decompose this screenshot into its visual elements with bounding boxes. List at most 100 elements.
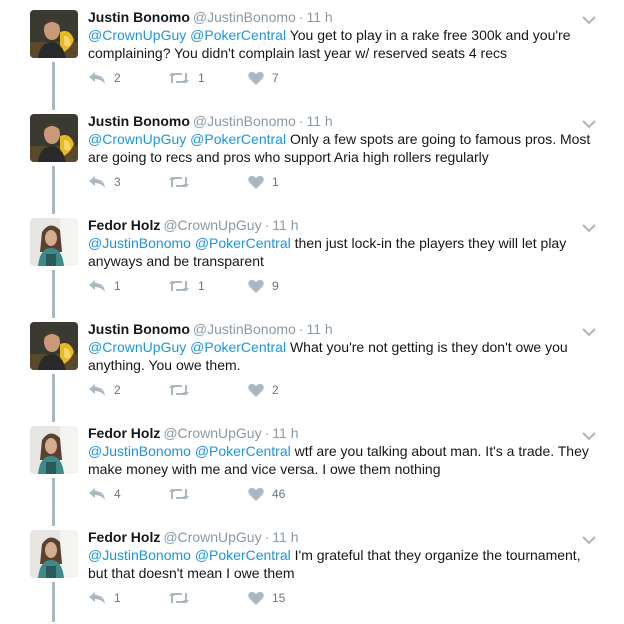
heart-icon bbox=[248, 175, 264, 189]
like-count: 2 bbox=[272, 383, 279, 397]
author-handle[interactable]: @JustinBonomo bbox=[193, 9, 296, 25]
like-button[interactable]: 1 bbox=[248, 172, 279, 192]
timestamp[interactable]: 11 h bbox=[307, 9, 333, 25]
retweet-button[interactable] bbox=[168, 380, 198, 400]
author-name[interactable]: Justin Bonomo bbox=[88, 321, 190, 337]
mention-link[interactable]: @PokerCentral bbox=[195, 443, 291, 459]
reply-icon bbox=[88, 279, 106, 293]
heart-icon bbox=[248, 487, 264, 501]
author-name[interactable]: Justin Bonomo bbox=[88, 113, 190, 129]
avatar[interactable] bbox=[30, 10, 78, 58]
mention-link[interactable]: @PokerCentral bbox=[190, 27, 286, 43]
mention-link[interactable]: @PokerCentral bbox=[190, 339, 286, 355]
mention-link[interactable]: @JustinBonomo bbox=[88, 443, 191, 459]
timestamp[interactable]: 11 h bbox=[272, 217, 298, 233]
retweet-icon bbox=[168, 383, 190, 397]
chevron-down-icon[interactable] bbox=[582, 116, 596, 129]
author-name[interactable]: Fedor Holz bbox=[88, 217, 160, 233]
reply-count: 2 bbox=[114, 71, 121, 85]
mention-link[interactable]: @PokerCentral bbox=[195, 547, 291, 563]
chevron-down-icon[interactable] bbox=[582, 220, 596, 233]
mention-link[interactable]: @JustinBonomo bbox=[88, 235, 191, 251]
tweet-header: Fedor Holz @CrownUpGuy · 11 h bbox=[88, 528, 584, 546]
mention-link[interactable]: @CrownUpGuy bbox=[88, 339, 186, 355]
like-button[interactable]: 2 bbox=[248, 380, 279, 400]
tweet-actions: 22 bbox=[88, 380, 388, 400]
reply-button[interactable]: 2 bbox=[88, 68, 121, 88]
tweet[interactable]: Fedor Holz @CrownUpGuy · 11 h @JustinBonomo … bbox=[0, 520, 624, 624]
author-name[interactable]: Fedor Holz bbox=[88, 425, 160, 441]
mention-link[interactable]: @PokerCentral bbox=[190, 131, 286, 147]
mention-link[interactable]: @CrownUpGuy bbox=[88, 27, 186, 43]
chevron-down-icon[interactable] bbox=[582, 532, 596, 545]
tweet-header: Justin Bonomo @JustinBonomo · 11 h bbox=[88, 8, 584, 26]
tweet[interactable]: Fedor Holz @CrownUpGuy · 11 h @JustinBonomo … bbox=[0, 416, 624, 520]
retweet-button[interactable]: 1 bbox=[168, 68, 205, 88]
tweet[interactable]: Justin Bonomo @JustinBonomo · 11 h @CrownUpG… bbox=[0, 104, 624, 208]
chevron-down-icon[interactable] bbox=[582, 428, 596, 441]
reply-icon bbox=[88, 71, 106, 85]
timestamp[interactable]: 11 h bbox=[272, 529, 298, 545]
like-count: 46 bbox=[272, 487, 286, 501]
heart-icon bbox=[248, 383, 264, 397]
reply-count: 4 bbox=[114, 487, 121, 501]
author-name[interactable]: Fedor Holz bbox=[88, 529, 160, 545]
reply-icon bbox=[88, 591, 106, 605]
tweet-text: @CrownUpGuy @PokerCentral Only a few spo… bbox=[88, 130, 598, 166]
like-button[interactable]: 9 bbox=[248, 276, 279, 296]
mention-link[interactable]: @CrownUpGuy bbox=[88, 131, 186, 147]
tweet-text: @JustinBonomo @PokerCentral wtf are you … bbox=[88, 442, 598, 478]
tweet-text: @JustinBonomo @PokerCentral I'm grateful… bbox=[88, 546, 598, 582]
retweet-icon bbox=[168, 279, 190, 293]
tweet-actions: 31 bbox=[88, 172, 388, 192]
tweet[interactable]: Justin Bonomo @JustinBonomo · 11 h @CrownUpG… bbox=[0, 0, 624, 104]
reply-count: 1 bbox=[114, 591, 121, 605]
tweet-text: @CrownUpGuy @PokerCentral What you're no… bbox=[88, 338, 598, 374]
reply-button[interactable]: 4 bbox=[88, 484, 121, 504]
like-button[interactable]: 46 bbox=[248, 484, 285, 504]
retweet-button[interactable] bbox=[168, 588, 198, 608]
separator-dot: · bbox=[298, 9, 304, 25]
reply-count: 2 bbox=[114, 383, 121, 397]
like-count: 15 bbox=[272, 591, 286, 605]
retweet-button[interactable]: 1 bbox=[168, 276, 205, 296]
author-handle[interactable]: @CrownUpGuy bbox=[163, 529, 261, 545]
tweet-actions: 4 46 bbox=[88, 484, 388, 504]
timestamp[interactable]: 11 h bbox=[272, 425, 298, 441]
timestamp[interactable]: 11 h bbox=[307, 113, 333, 129]
tweet-text: @JustinBonomo @PokerCentral then just lo… bbox=[88, 234, 598, 270]
mention-link[interactable]: @JustinBonomo bbox=[88, 547, 191, 563]
mention-link[interactable]: @PokerCentral bbox=[195, 235, 291, 251]
separator-dot: · bbox=[298, 113, 304, 129]
tweet-text: @CrownUpGuy @PokerCentral You get to pla… bbox=[88, 26, 598, 62]
like-button[interactable]: 7 bbox=[248, 68, 279, 88]
chevron-down-icon[interactable] bbox=[582, 12, 596, 25]
tweet[interactable]: Fedor Holz @CrownUpGuy · 11 h @JustinBonomo … bbox=[0, 208, 624, 312]
avatar[interactable] bbox=[30, 114, 78, 162]
retweet-button[interactable] bbox=[168, 172, 198, 192]
author-handle[interactable]: @CrownUpGuy bbox=[163, 425, 261, 441]
tweet-header: Fedor Holz @CrownUpGuy · 11 h bbox=[88, 216, 584, 234]
chevron-down-icon[interactable] bbox=[582, 324, 596, 337]
separator-dot: · bbox=[264, 217, 270, 233]
author-handle[interactable]: @JustinBonomo bbox=[193, 113, 296, 129]
reply-button[interactable]: 2 bbox=[88, 380, 121, 400]
tweet[interactable]: Justin Bonomo @JustinBonomo · 11 h @CrownUpG… bbox=[0, 312, 624, 416]
tweet-header: Justin Bonomo @JustinBonomo · 11 h bbox=[88, 112, 584, 130]
reply-button[interactable]: 1 bbox=[88, 276, 121, 296]
separator-dot: · bbox=[264, 425, 270, 441]
avatar[interactable] bbox=[30, 426, 78, 474]
tweet-header: Justin Bonomo @JustinBonomo · 11 h bbox=[88, 320, 584, 338]
avatar[interactable] bbox=[30, 322, 78, 370]
like-count: 7 bbox=[272, 71, 279, 85]
timestamp[interactable]: 11 h bbox=[307, 321, 333, 337]
retweet-button[interactable] bbox=[168, 484, 198, 504]
author-handle[interactable]: @CrownUpGuy bbox=[163, 217, 261, 233]
like-button[interactable]: 15 bbox=[248, 588, 285, 608]
reply-button[interactable]: 3 bbox=[88, 172, 121, 192]
reply-button[interactable]: 1 bbox=[88, 588, 121, 608]
author-name[interactable]: Justin Bonomo bbox=[88, 9, 190, 25]
avatar[interactable] bbox=[30, 530, 78, 578]
avatar[interactable] bbox=[30, 218, 78, 266]
author-handle[interactable]: @JustinBonomo bbox=[193, 321, 296, 337]
